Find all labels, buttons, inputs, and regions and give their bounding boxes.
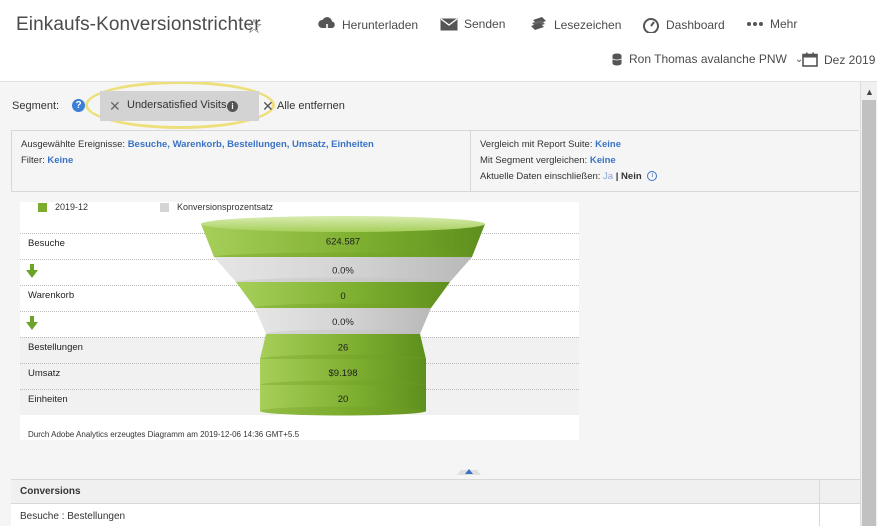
database-icon bbox=[612, 53, 622, 65]
filter-value[interactable]: Keine bbox=[47, 155, 73, 166]
filter-line: Filter: Keine bbox=[21, 155, 73, 166]
report-suite-selector[interactable]: Ron Thomas avalanche PNW ⌄ bbox=[612, 52, 803, 66]
funnel-chart: 2019-12 Konversionsprozentsatz Besuche W… bbox=[20, 202, 579, 440]
funnel-top-rim bbox=[201, 216, 485, 232]
scrollbar-thumb[interactable] bbox=[862, 100, 876, 526]
report-suite-label: Ron Thomas avalanche PNW bbox=[629, 52, 787, 66]
segment-chip-label: Undersatisfied Visits bbox=[127, 99, 227, 111]
scroll-up-icon[interactable]: ▲ bbox=[865, 87, 874, 97]
funnel-stage-value: 0 bbox=[340, 291, 345, 302]
segment-bar: Segment: ? ✕ Undersatisfied Visits i ✕ A… bbox=[12, 82, 852, 129]
page-title: Einkaufs-Konversionstrichter bbox=[16, 14, 261, 35]
more-label: Mehr bbox=[770, 17, 798, 31]
collapse-toggle-icon[interactable] bbox=[457, 465, 481, 475]
events-label: Ausgewählte Ereignisse: bbox=[21, 139, 126, 150]
date-range-selector[interactable]: Dez 2019 bbox=[802, 52, 875, 67]
send-label: Senden bbox=[464, 17, 506, 31]
clear-all-link[interactable]: Alle entfernen bbox=[277, 100, 345, 112]
remove-segment-icon[interactable]: ✕ bbox=[109, 98, 121, 115]
compare-segment-line: Mit Segment vergleichen: Keine bbox=[480, 155, 616, 166]
send-button[interactable]: Senden bbox=[440, 17, 505, 31]
current-data-line: Aktuelle Daten einschließen: Ja | Nein i bbox=[480, 171, 658, 182]
funnel-stage-value: 26 bbox=[338, 343, 349, 354]
segment-label: Segment: bbox=[12, 100, 60, 112]
compare-segment-value[interactable]: Keine bbox=[590, 155, 616, 166]
funnel-graphic: 624.587 0.0% 0 0.0% 26 $9.198 20 bbox=[201, 216, 485, 416]
download-button[interactable]: Herunterladen bbox=[318, 17, 418, 33]
calendar-icon bbox=[802, 52, 818, 67]
help-icon[interactable]: ? bbox=[72, 99, 85, 112]
gauge-icon bbox=[643, 18, 659, 33]
bookmark-label: Lesezeichen bbox=[554, 18, 622, 32]
events-value[interactable]: Besuche, Warenkorb, Bestellungen, Umsatz… bbox=[128, 139, 374, 150]
info-icon[interactable]: i bbox=[647, 171, 658, 182]
column-divider bbox=[819, 480, 820, 526]
current-data-no[interactable]: Nein bbox=[621, 171, 642, 182]
funnel-stage-rim bbox=[260, 406, 426, 416]
segment-chip[interactable]: ✕ Undersatisfied Visits i bbox=[100, 91, 259, 121]
conversions-row-label: Besuche : Bestellungen bbox=[20, 511, 126, 522]
current-data-separator: | bbox=[615, 171, 619, 182]
funnel-stage-value: 0.0% bbox=[332, 266, 354, 277]
more-dots-icon bbox=[747, 22, 763, 26]
compare-segment-label: Mit Segment vergleichen: bbox=[480, 155, 588, 166]
envelope-icon bbox=[440, 17, 458, 30]
date-range-label: Dez 2019 bbox=[824, 52, 876, 67]
compare-suite-value[interactable]: Keine bbox=[595, 139, 621, 150]
compare-suite-line: Vergleich mit Report Suite: Keine bbox=[480, 139, 621, 150]
conversions-header-row: Conversions bbox=[11, 480, 860, 504]
dashboard-label: Dashboard bbox=[666, 18, 725, 32]
funnel-stage-value: $9.198 bbox=[328, 368, 357, 379]
download-label: Herunterladen bbox=[342, 18, 419, 32]
filter-label: Filter: bbox=[21, 155, 45, 166]
info-icon[interactable]: i bbox=[227, 101, 238, 112]
current-data-label: Aktuelle Daten einschließen: bbox=[480, 171, 601, 182]
funnel-stage-value: 624.587 bbox=[326, 237, 360, 248]
report-body: Segment: ? ✕ Undersatisfied Visits i ✕ A… bbox=[0, 82, 860, 526]
compare-suite-label: Vergleich mit Report Suite: bbox=[480, 139, 593, 150]
header: Einkaufs-Konversionstrichter ☆ Herunterl… bbox=[0, 0, 877, 82]
bookmark-button[interactable]: Lesezeichen bbox=[530, 17, 621, 33]
chart-footnote: Durch Adobe Analytics erzeugtes Diagramm… bbox=[28, 430, 300, 439]
conversions-table: Conversions Besuche : Bestellungen bbox=[11, 479, 860, 526]
current-data-yes[interactable]: Ja bbox=[603, 171, 613, 182]
bookmark-icon bbox=[531, 17, 546, 30]
clear-all-icon[interactable]: ✕ bbox=[262, 98, 274, 115]
report-settings: Ausgewählte Ereignisse: Besuche, Warenko… bbox=[11, 130, 859, 192]
cloud-download-icon bbox=[318, 17, 335, 33]
dashboard-button[interactable]: Dashboard bbox=[642, 17, 725, 33]
favorite-star-icon[interactable]: ☆ bbox=[245, 14, 263, 39]
events-line: Ausgewählte Ereignisse: Besuche, Warenko… bbox=[21, 139, 374, 150]
funnel-stage-value: 20 bbox=[338, 394, 349, 405]
vertical-scrollbar[interactable]: ▲ bbox=[860, 82, 877, 526]
more-button[interactable]: Mehr bbox=[746, 17, 797, 31]
settings-divider bbox=[470, 131, 471, 191]
conversions-header: Conversions bbox=[20, 486, 81, 497]
funnel-stage-value: 0.0% bbox=[332, 317, 354, 328]
